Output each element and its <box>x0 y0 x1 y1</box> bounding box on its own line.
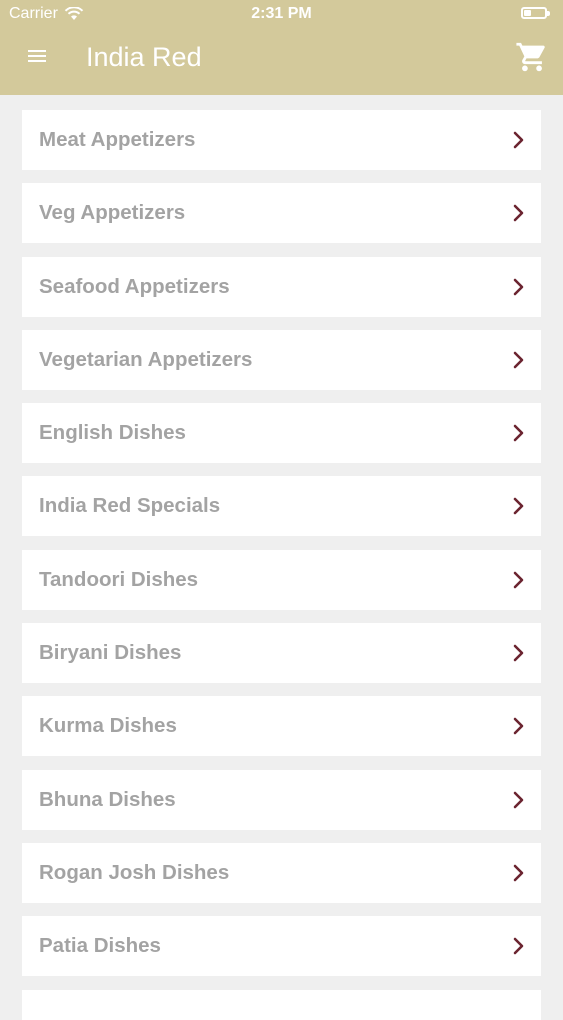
navigation-bar: India Red <box>0 30 563 95</box>
list-item[interactable]: Rogan Josh Dishes <box>22 842 541 903</box>
shopping-cart-icon[interactable] <box>515 40 549 74</box>
list-item[interactable]: English Dishes <box>22 403 541 464</box>
list-item[interactable]: Veg Appetizers <box>22 183 541 244</box>
category-label: Biryani Dishes <box>39 641 182 665</box>
chevron-right-icon <box>513 571 524 589</box>
list-item[interactable]: Kurma Dishes <box>22 696 541 757</box>
app-header: Carrier 2:31 PM India Red <box>0 0 563 95</box>
category-label: Veg Appetizers <box>39 201 186 225</box>
category-label: Bhuna Dishes <box>39 787 176 811</box>
chevron-right-icon <box>513 864 524 882</box>
chevron-right-icon <box>513 131 524 149</box>
chevron-right-icon <box>513 718 524 735</box>
list-item[interactable]: India Red Specials <box>22 476 541 537</box>
category-label: Tandoori Dishes <box>39 567 199 591</box>
list-item-partial[interactable] <box>22 989 541 1020</box>
chevron-right-icon <box>513 937 524 955</box>
battery-level <box>524 10 531 16</box>
category-label: Vegetarian Appetizers <box>39 347 253 371</box>
chevron-right-icon <box>513 278 524 295</box>
category-label: Patia Dishes <box>39 934 161 958</box>
list-item[interactable]: Patia Dishes <box>22 916 541 977</box>
hamburger-menu-icon[interactable] <box>28 47 50 69</box>
list-item[interactable]: Seafood Appetizers <box>22 256 541 317</box>
category-list: Meat Appetizers Veg Appetizers Seafood A… <box>22 110 541 1020</box>
chevron-right-icon <box>513 351 524 369</box>
category-label: Meat Appetizers <box>39 128 196 151</box>
list-item[interactable]: Tandoori Dishes <box>22 549 541 610</box>
battery-icon <box>521 7 550 19</box>
list-item[interactable]: Bhuna Dishes <box>22 769 541 830</box>
status-bar: Carrier 2:31 PM <box>0 0 563 30</box>
category-label: Rogan Josh Dishes <box>39 860 230 884</box>
chevron-right-icon <box>513 498 524 515</box>
page-title: India Red <box>86 42 202 72</box>
list-item[interactable]: Vegetarian Appetizers <box>22 329 541 390</box>
chevron-right-icon <box>513 644 524 662</box>
chevron-right-icon <box>513 204 524 222</box>
chevron-right-icon <box>513 791 524 808</box>
category-label: Seafood Appetizers <box>39 274 230 298</box>
category-label: India Red Specials <box>39 494 221 518</box>
category-label: Kurma Dishes <box>39 714 177 738</box>
list-item[interactable]: Meat Appetizers <box>22 110 541 170</box>
status-time: 2:31 PM <box>251 5 312 22</box>
category-label: English Dishes <box>39 421 186 445</box>
chevron-right-icon <box>513 424 524 442</box>
list-item[interactable]: Biryani Dishes <box>22 623 541 684</box>
